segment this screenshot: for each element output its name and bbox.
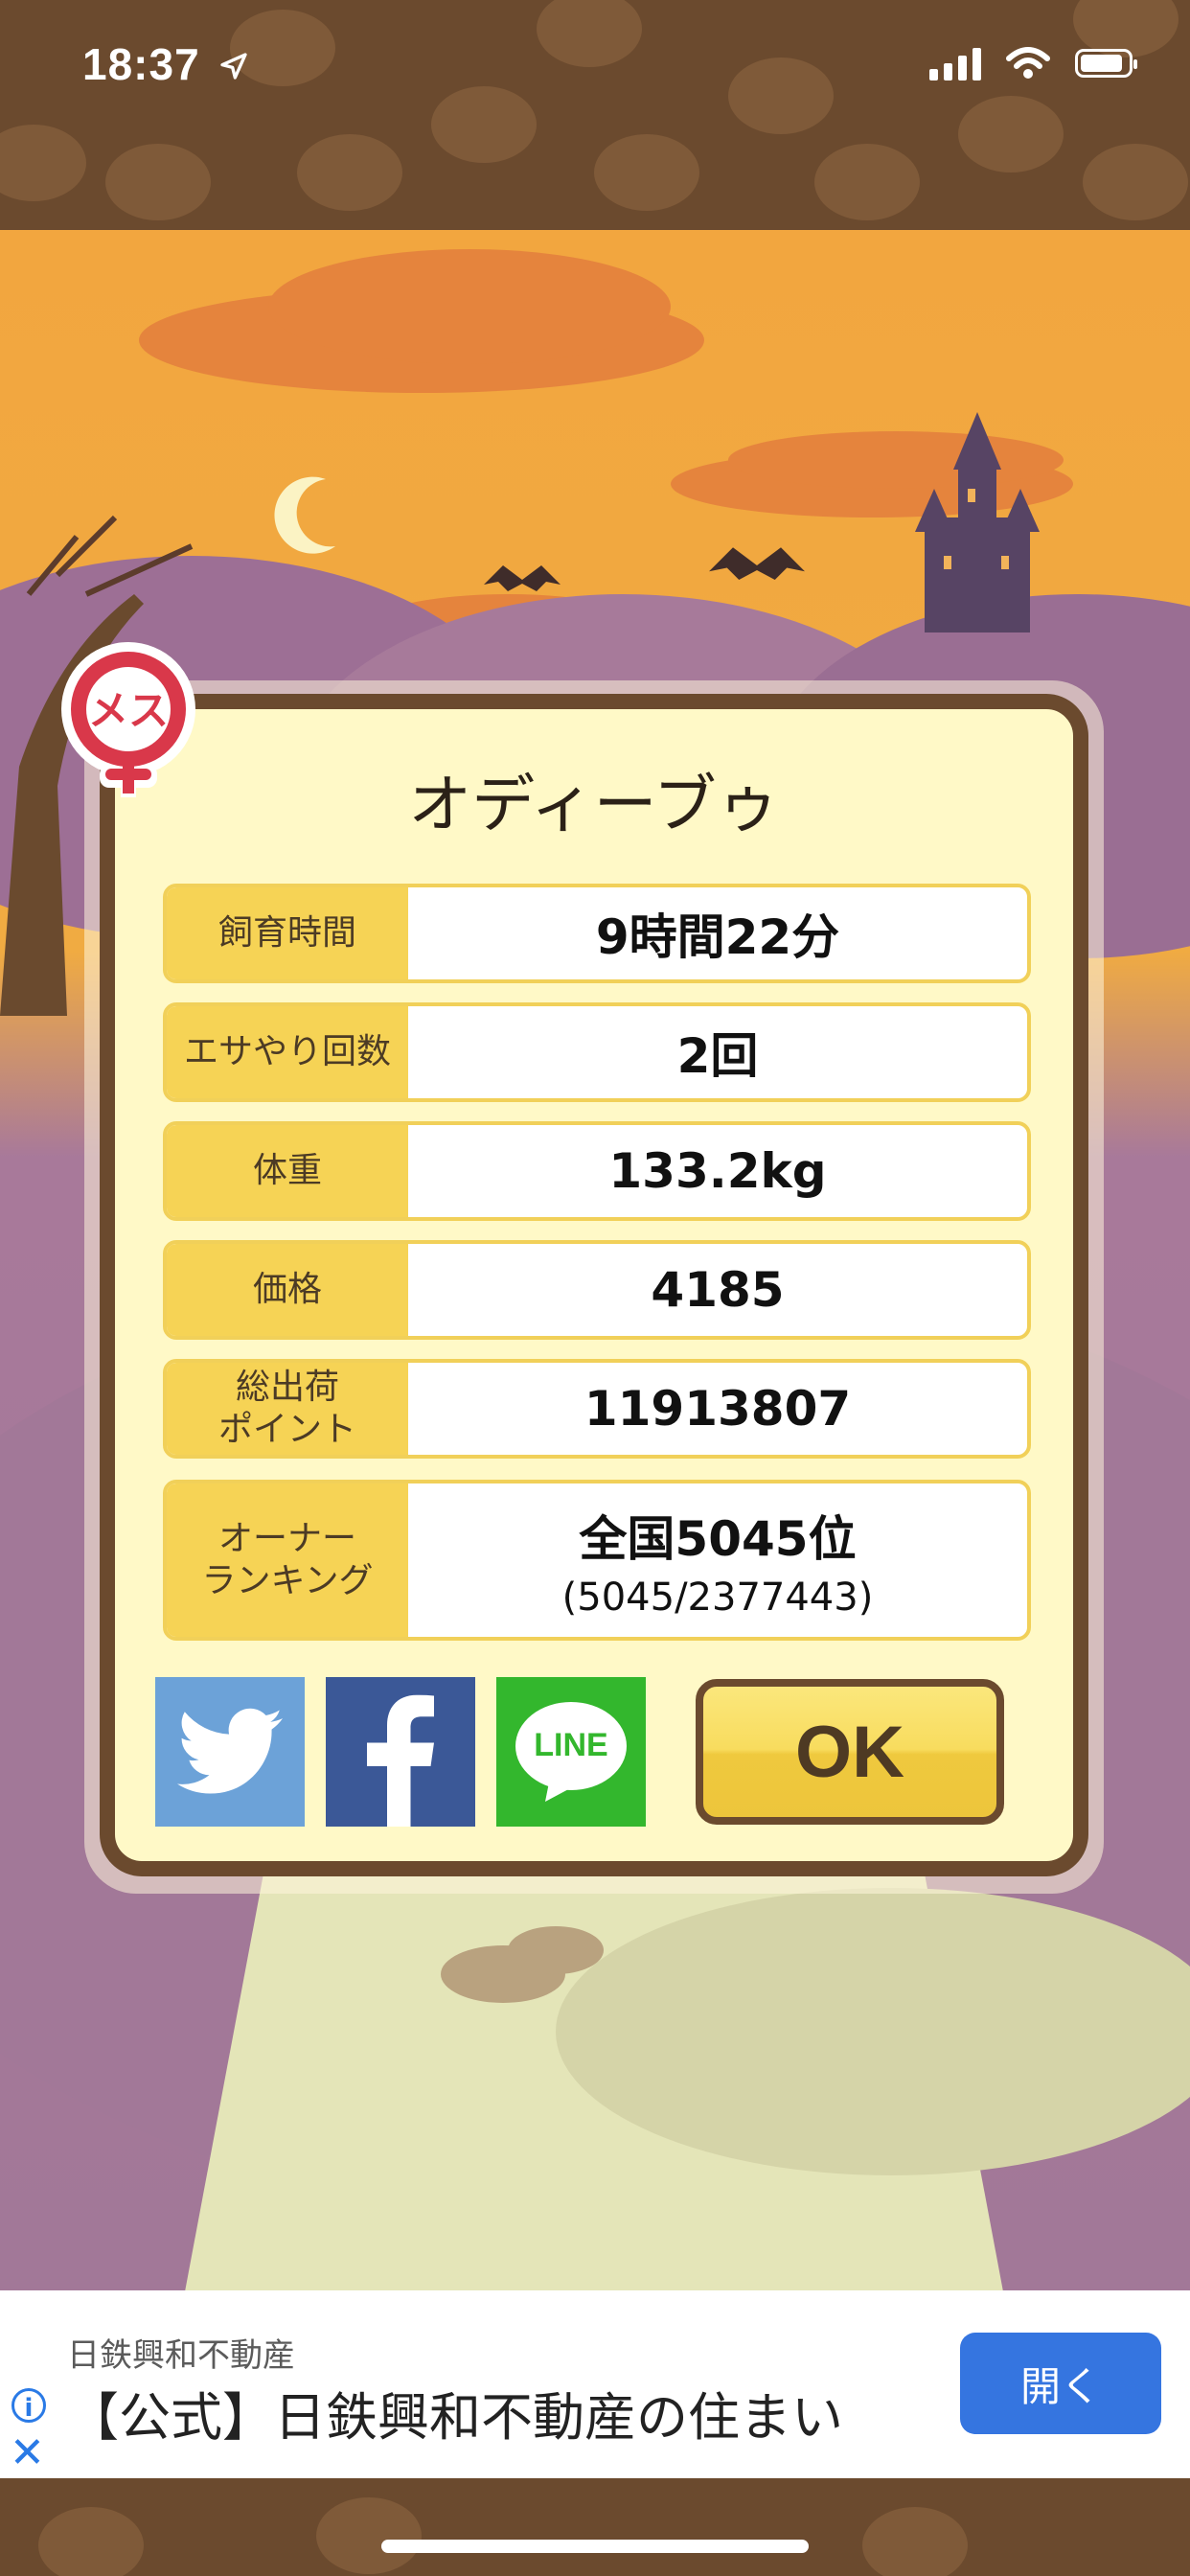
status-bar: 18:37 — [0, 0, 1190, 230]
bean-pattern — [958, 96, 1064, 172]
bean-pattern — [0, 125, 86, 201]
castle-icon — [915, 412, 1040, 632]
pet-name: オディーブゥ — [408, 768, 780, 841]
ranking-detail: (5045/2377443) — [561, 1576, 874, 1620]
stat-value: 2回 — [676, 1028, 759, 1084]
stat-value: 133.2kg — [608, 1143, 827, 1199]
battery-icon — [1075, 49, 1137, 78]
ad-headline[interactable]: 【公式】日鉄興和不動産の住まい — [67, 2375, 843, 2450]
road-patch — [556, 1888, 1190, 2175]
bean-pattern — [862, 2507, 968, 2576]
ok-button[interactable]: OK — [696, 1679, 1004, 1825]
stat-label: 飼育時間 — [167, 887, 408, 979]
twitter-share-button[interactable] — [155, 1677, 305, 1827]
ad-sponsor: 日鉄興和不動産 — [67, 2336, 295, 2375]
facebook-f-icon — [367, 1694, 434, 1827]
bean-pattern — [814, 144, 920, 220]
ad-close-icon[interactable]: ✕ — [10, 2432, 45, 2474]
stat-label: 体重 — [167, 1125, 408, 1217]
female-badge-icon: メス — [61, 642, 195, 797]
bottom-bar — [0, 2478, 1190, 2576]
bean-pattern — [1083, 144, 1188, 220]
line-share-button[interactable]: LINE — [496, 1677, 646, 1827]
stone — [508, 1926, 604, 1974]
moon-icon — [274, 476, 335, 554]
twitter-bird-icon — [177, 1708, 283, 1794]
line-logo-text: LINE — [534, 1727, 608, 1763]
ad-info-icon[interactable]: i — [11, 2388, 46, 2423]
ad-open-button[interactable]: 開く — [960, 2333, 1161, 2434]
bean-pattern — [594, 134, 699, 211]
home-indicator[interactable] — [381, 2540, 809, 2553]
bean-pattern — [38, 2507, 144, 2576]
ranking-value: 全国5045位 (5045/2377443) — [408, 1484, 1027, 1637]
pet-status-dialog: オディーブゥ 飼育時間 9時間22分 エサやり回数 2回 体重 133.2kg … — [100, 694, 1088, 1876]
stat-row: 体重 133.2kg — [163, 1121, 1031, 1221]
stat-value: 4185 — [651, 1262, 785, 1318]
bean-pattern — [297, 134, 402, 211]
wifi-icon — [1006, 47, 1050, 79]
stat-row: エサやり回数 2回 — [163, 1002, 1031, 1102]
status-icons — [929, 46, 1137, 80]
status-time-text: 18:37 — [82, 39, 200, 89]
status-time: 18:37 — [82, 38, 249, 90]
bean-pattern — [105, 144, 211, 220]
stat-value: 9時間22分 — [595, 909, 840, 965]
bat-icon — [484, 565, 561, 591]
ranking-label: オーナー ランキング — [167, 1484, 408, 1637]
bat-icon — [709, 547, 805, 580]
ranking-rank: 全国5045位 — [579, 1511, 857, 1567]
bean-pattern — [537, 0, 642, 67]
stat-label: 価格 — [167, 1244, 408, 1336]
location-arrow-icon — [220, 53, 248, 80]
stat-value: 11913807 — [584, 1381, 852, 1437]
ad-banner[interactable]: 日鉄興和不動産 【公式】日鉄興和不動産の住まい i ✕ 開く — [0, 2290, 1190, 2478]
stat-row: 価格 4185 — [163, 1240, 1031, 1340]
gender-label: メス — [88, 687, 169, 734]
bean-pattern — [431, 86, 537, 163]
bean-pattern — [728, 58, 834, 134]
stat-row: 総出荷 ポイント 11913807 — [163, 1359, 1031, 1459]
facebook-share-button[interactable] — [326, 1677, 475, 1827]
stat-label: エサやり回数 — [167, 1006, 408, 1098]
cloud — [268, 249, 671, 364]
stat-label: 総出荷 ポイント — [167, 1363, 408, 1455]
stat-row: 飼育時間 9時間22分 — [163, 884, 1031, 983]
ranking-row: オーナー ランキング 全国5045位 (5045/2377443) — [163, 1480, 1031, 1641]
bean-pattern — [316, 2497, 422, 2574]
cellular-signal-icon — [929, 46, 981, 80]
